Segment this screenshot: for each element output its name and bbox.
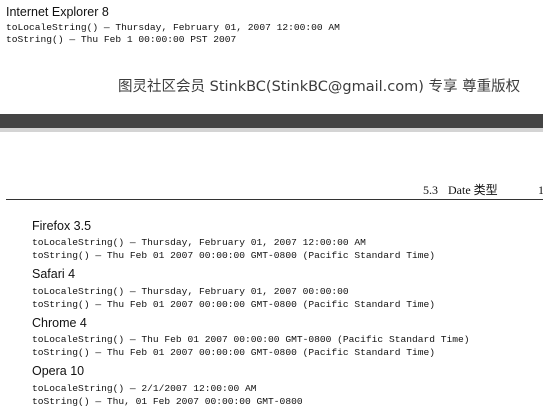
browser-heading-chrome: Chrome 4: [32, 316, 87, 330]
document-page: { "top_section": { "heading": "Internet …: [0, 0, 543, 413]
running-header: 5.3 Date 类型: [423, 183, 498, 197]
code-line-tolocalestring: toLocaleString() — Thursday, February 01…: [6, 22, 340, 33]
watermark: 图灵社区会员 StinkBC(StinkBC@gmail.com) 专享 尊重版…: [118, 79, 521, 95]
code-line-tostring: toString() — Thu Feb 01 2007 00:00:00 GM…: [32, 347, 436, 358]
code-line-tolocalestring: toLocaleString() — Thu Feb 01 2007 00:00…: [32, 334, 470, 345]
code-line-tostring: toString() — Thu Feb 01 2007 00:00:00 GM…: [32, 250, 436, 261]
page-separator: [0, 114, 543, 128]
header-rule: [6, 199, 543, 200]
browser-heading-safari: Safari 4: [32, 267, 76, 281]
code-line-tolocalestring: toLocaleString() — Thursday, February 01…: [32, 237, 366, 248]
code-line-tostring: toString() — Thu Feb 1 00:00:00 PST 2007: [6, 34, 237, 45]
section-title: Date 类型: [448, 183, 498, 197]
code-line-tolocalestring: toLocaleString() — 2/1/2007 12:00:00 AM: [32, 383, 257, 394]
code-line-tolocalestring: toLocaleString() — Thursday, February 01…: [32, 286, 349, 297]
code-line-tostring: toString() — Thu Feb 01 2007 00:00:00 GM…: [32, 299, 436, 310]
browser-heading-firefox: Firefox 3.5: [32, 219, 92, 233]
browser-heading-opera: Opera 10: [32, 364, 85, 378]
page-separator-shadow: [0, 128, 543, 132]
section-number: 5.3: [423, 183, 438, 197]
code-line-tostring: toString() — Thu, 01 Feb 2007 00:00:00 G…: [32, 396, 303, 407]
page-number: 1: [538, 183, 543, 197]
browser-heading-ie8: Internet Explorer 8: [6, 5, 109, 19]
